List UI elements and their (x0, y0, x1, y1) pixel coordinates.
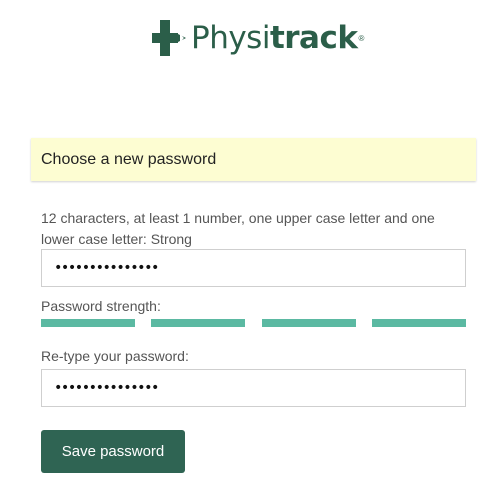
choose-password-banner: Choose a new password (31, 138, 476, 181)
strength-bar-3 (262, 319, 356, 327)
password-strength-meter (41, 319, 466, 327)
new-password-value: ••••••••••••••• (54, 260, 159, 276)
logo-wordmark-light: Physi (191, 19, 270, 56)
reset-password-page: Physitrack ® Choose a new password 12 ch… (0, 0, 487, 493)
banner-title: Choose a new password (41, 150, 217, 168)
password-strength-label: Password strength: (41, 298, 161, 314)
retype-password-label: Re-type your password: (41, 348, 189, 364)
cross-arrow-logo-icon (152, 20, 186, 56)
strength-bar-1 (41, 319, 135, 327)
strength-bar-4 (372, 319, 466, 327)
logo-wordmark-bold: track (269, 19, 358, 56)
retype-password-input[interactable]: ••••••••••••••• (41, 369, 466, 407)
logo-wordmark: Physitrack (191, 19, 358, 56)
strength-bar-2 (151, 319, 245, 327)
new-password-input[interactable]: ••••••••••••••• (41, 249, 466, 287)
physitrack-logo: Physitrack ® (152, 16, 364, 60)
retype-password-value: ••••••••••••••• (54, 380, 159, 396)
save-password-button[interactable]: Save password (41, 430, 185, 473)
password-requirements-hint: 12 characters, at least 1 number, one up… (41, 210, 435, 247)
registered-mark: ® (358, 34, 365, 43)
